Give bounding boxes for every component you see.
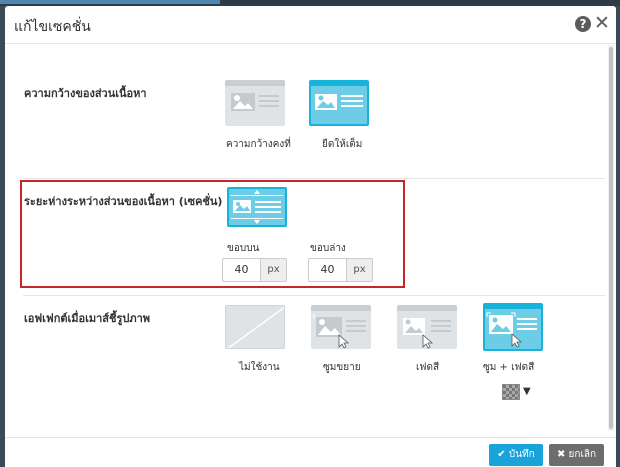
- fixed-width-thumbnail[interactable]: [225, 80, 285, 126]
- content-spacing-label: ระยะห่างระหว่างส่วนของเนื้อหา (เซคชั่น): [24, 195, 223, 208]
- top-margin-unit: px: [260, 258, 287, 282]
- check-icon: ✔: [497, 449, 506, 460]
- fixed-width-image-icon: [231, 93, 279, 111]
- bottom-margin-input[interactable]: 40: [308, 258, 346, 282]
- dialog-header: แก้ไขเซคชั่น ? ✕: [5, 6, 616, 44]
- stretch-image-icon: [315, 94, 363, 110]
- fade-label[interactable]: เฟดสี: [416, 360, 439, 375]
- no-effect-icon: [227, 306, 284, 348]
- zoom-fade-label[interactable]: ซูม + เฟดสี: [483, 360, 534, 375]
- backdrop-accent-strip: [0, 0, 220, 4]
- bottom-margin-unit: px: [346, 258, 373, 282]
- chevron-down-icon[interactable]: ▼: [523, 386, 531, 397]
- dialog-title: แก้ไขเซคชั่น: [14, 19, 91, 35]
- close-icon[interactable]: ✕: [594, 12, 610, 34]
- edit-section-dialog: แก้ไขเซคชั่น ? ✕ ความกว้างของส่วนเนื้อหา…: [5, 6, 616, 467]
- content-width-label: ความกว้างของส่วนเนื้อหา: [24, 87, 147, 100]
- top-margin-label: ขอบบน: [227, 243, 260, 254]
- zoom-label[interactable]: ซูมขยาย: [323, 360, 361, 375]
- spacing-preview-icon: [231, 190, 283, 224]
- dialog-body: ความกว้างของส่วนเนื้อหา ความกว้างคงที่ ย…: [5, 45, 616, 431]
- zoom-fade-image-icon: [486, 312, 537, 348]
- cancel-button[interactable]: ✖ ยกเลิก: [549, 444, 604, 466]
- cancel-button-label: ยกเลิก: [568, 449, 597, 460]
- spacing-preview-thumbnail: [227, 187, 287, 227]
- save-button[interactable]: ✔ บันทึก: [489, 444, 543, 466]
- fade-image-icon: [403, 318, 451, 349]
- scrollbar[interactable]: [608, 45, 614, 431]
- fade-thumbnail[interactable]: [397, 305, 457, 349]
- no-effect-label[interactable]: ไม่ใช้งาน: [239, 360, 280, 375]
- hover-effect-label: เอฟเฟกต์เมื่อเมาส์ชี้รูปภาพ: [24, 312, 151, 325]
- no-effect-thumbnail[interactable]: [225, 305, 285, 349]
- stretch-label[interactable]: ยืดให้เต็ม: [322, 137, 362, 152]
- save-button-label: บันทึก: [508, 449, 535, 460]
- top-margin-input[interactable]: 40: [222, 258, 260, 282]
- fixed-width-label[interactable]: ความกว้างคงที่: [226, 137, 291, 152]
- zoom-thumbnail[interactable]: [311, 305, 371, 349]
- zoom-fade-thumbnail-selected[interactable]: [483, 303, 543, 351]
- cross-icon: ✖: [556, 449, 566, 460]
- section-divider: [23, 295, 605, 296]
- help-icon[interactable]: ?: [575, 16, 591, 32]
- scrollbar-thumb[interactable]: [609, 47, 613, 429]
- bottom-margin-label: ขอบล่าง: [310, 243, 346, 254]
- stretch-thumbnail-selected[interactable]: [309, 80, 369, 126]
- overlay-pattern-swatch[interactable]: [502, 384, 520, 400]
- section-divider: [23, 178, 605, 179]
- dialog-footer: ✔ บันทึก ✖ ยกเลิก: [5, 437, 616, 467]
- zoom-image-icon: [313, 314, 366, 349]
